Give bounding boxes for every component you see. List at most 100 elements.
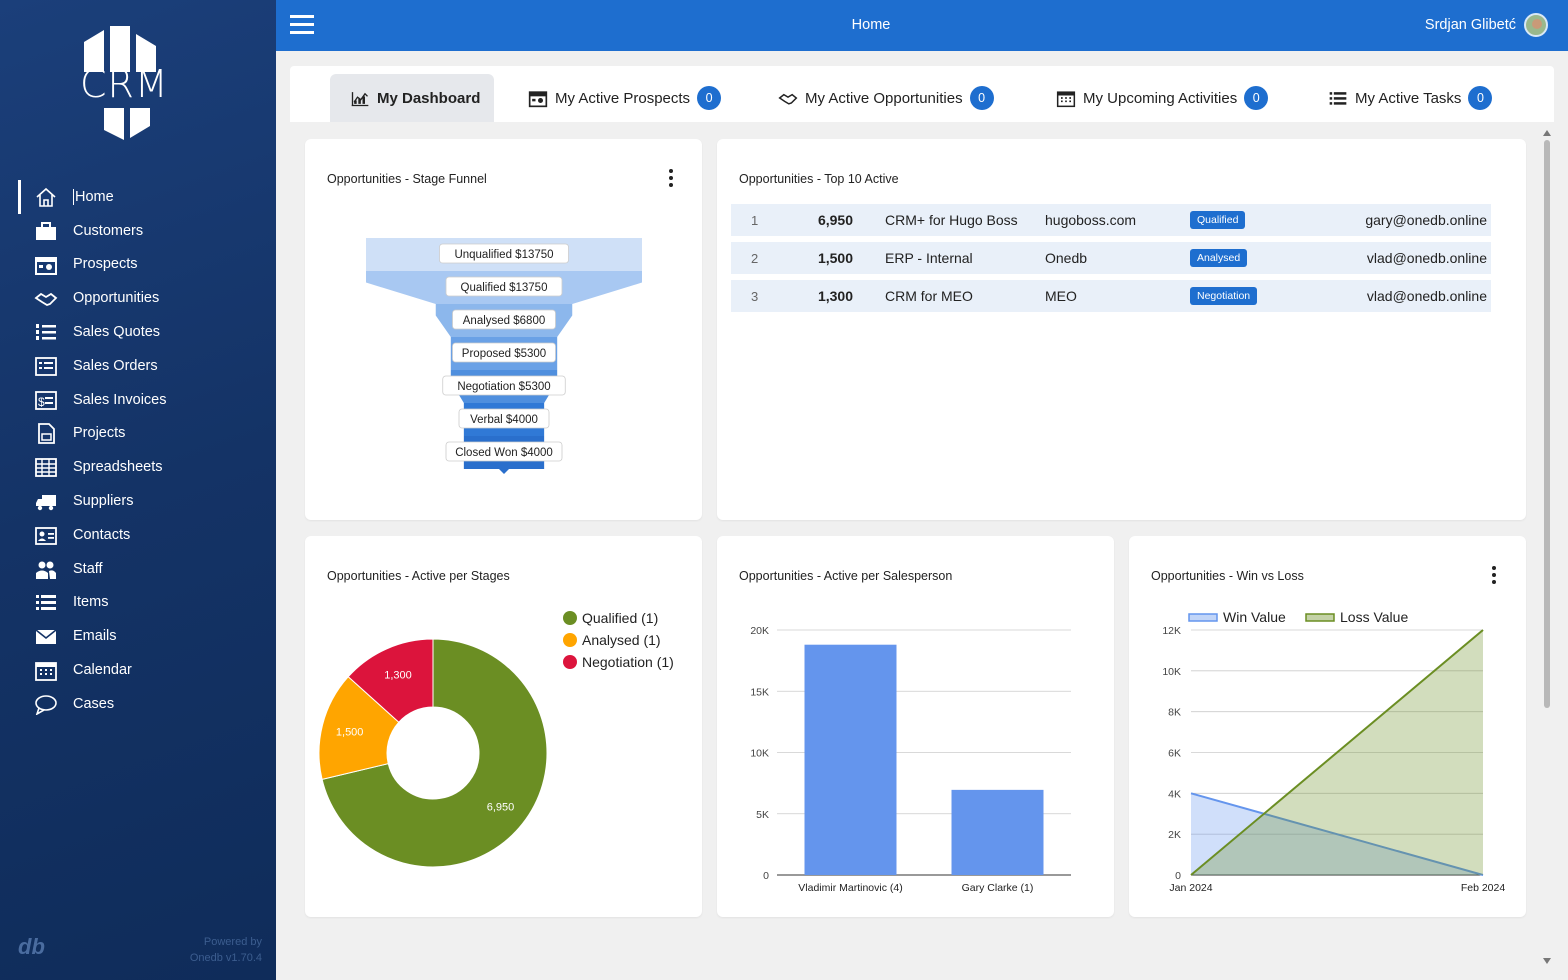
- briefcase-icon: [34, 220, 58, 242]
- table-row[interactable]: 3 1,300 CRM for MEO MEO Negotiation vlad@oned…: [731, 280, 1491, 312]
- cell-email: vlad@onedb.online: [1366, 288, 1487, 304]
- active-per-salesperson-card: Opportunities - Active per Salesperson 0…: [717, 536, 1114, 917]
- status-badge: Negotiation: [1190, 287, 1258, 305]
- tab-bar: My Dashboard My Active Prospects 0 My Activ…: [290, 66, 1554, 122]
- cell-email: gary@onedb.online: [1365, 212, 1487, 228]
- calendar-person-icon: [528, 88, 548, 108]
- tab-label: My Dashboard: [377, 89, 481, 107]
- funnel-label: Unqualified $13750: [454, 249, 553, 261]
- sidebar-item-sales-quotes[interactable]: Sales Quotes: [0, 315, 276, 349]
- cell-rank: 1: [751, 212, 759, 228]
- y-tick-label: 15K: [750, 686, 769, 698]
- legend-label: Qualified (1): [582, 610, 658, 626]
- sidebar-item-prospects[interactable]: Prospects: [0, 248, 276, 282]
- tab-my-active-tasks[interactable]: My Active Tasks 0: [1328, 74, 1493, 122]
- y-tick-label: 5K: [756, 809, 769, 821]
- scrollbar-thumb[interactable]: [1544, 140, 1550, 708]
- powered-by-text: Powered by: [203, 936, 262, 948]
- legend-swatch: [563, 611, 577, 625]
- sidebar-item-staff[interactable]: Staff: [0, 552, 276, 586]
- sidebar-item-contacts[interactable]: Contacts: [0, 518, 276, 552]
- x-tick-label: Vladimir Martinovic (4): [798, 882, 902, 894]
- sidebar-item-emails[interactable]: Emails: [0, 619, 276, 653]
- data-label: 1,500: [336, 727, 364, 739]
- avatar[interactable]: [1524, 13, 1548, 37]
- sidebar-item-label: Calendar: [73, 662, 132, 679]
- main-content: My Dashboard My Active Prospects 0 My Activ…: [290, 66, 1554, 970]
- y-tick-label: 6K: [1168, 748, 1181, 760]
- legend-swatch: [563, 633, 577, 647]
- scroll-down-icon[interactable]: [1542, 956, 1552, 966]
- tab-my-active-prospects[interactable]: My Active Prospects 0: [528, 74, 722, 122]
- sidebar-item-label: Sales Invoices: [73, 391, 167, 408]
- cell-company: MEO: [1045, 288, 1077, 304]
- funnel-label: Proposed $5300: [462, 348, 546, 360]
- y-tick-label: 10K: [1162, 666, 1181, 678]
- version-text: Onedb v1.70.4: [189, 952, 262, 964]
- speech-bubble-icon: [34, 693, 58, 715]
- legend-label: Win Value: [1223, 609, 1286, 625]
- tab-my-dashboard[interactable]: My Dashboard: [330, 74, 495, 122]
- y-tick-label: 4K: [1168, 788, 1181, 800]
- sidebar: CRM Home Customers Prospects Opportunities S…: [0, 0, 276, 980]
- calendar-person-icon: [34, 253, 58, 276]
- cell-name: CRM for MEO: [885, 288, 973, 304]
- bar[interactable]: [804, 644, 897, 875]
- people-icon: [34, 558, 58, 580]
- cell-email: vlad@onedb.online: [1366, 250, 1487, 266]
- page-title: Home: [851, 17, 891, 33]
- win-vs-loss-card: Opportunities - Win vs Loss 0 2K 4K 6K 8K 10K…: [1129, 536, 1526, 917]
- sidebar-item-label: Sales Quotes: [73, 324, 161, 341]
- invoice-icon: $: [34, 389, 58, 411]
- count-badge: 0: [1468, 86, 1493, 110]
- sidebar-item-home[interactable]: Home: [0, 180, 276, 214]
- sidebar-item-label: Staff: [73, 560, 103, 577]
- tab-label: My Upcoming Activities: [1083, 89, 1238, 107]
- table-row[interactable]: 1 6,950 CRM+ for Hugo Boss hugoboss.com Qual…: [731, 204, 1491, 236]
- x-tick-label: Feb 2024: [1461, 882, 1506, 894]
- sidebar-item-label: Opportunities: [73, 290, 160, 307]
- sidebar-item-calendar[interactable]: Calendar: [0, 653, 276, 687]
- vertical-scrollbar[interactable]: [1542, 128, 1552, 966]
- handshake-icon: [34, 287, 58, 309]
- count-badge: 0: [969, 86, 994, 110]
- sidebar-item-label: Items: [73, 594, 109, 611]
- data-label: 6,950: [487, 801, 515, 813]
- count-badge: 0: [697, 86, 722, 110]
- table-row[interactable]: 2 1,500 ERP - Internal Onedb Analysed vlad@on…: [731, 242, 1491, 274]
- data-label: 1,300: [384, 669, 412, 681]
- cell-company: hugoboss.com: [1045, 212, 1137, 228]
- sidebar-item-projects[interactable]: Projects: [0, 417, 276, 451]
- funnel-label: Negotiation $5300: [457, 381, 550, 393]
- bar[interactable]: [951, 789, 1044, 875]
- sidebar-nav: Home Customers Prospects Opportunities Sales…: [0, 180, 276, 721]
- scroll-up-icon[interactable]: [1542, 128, 1552, 138]
- x-tick-label: Jan 2024: [1169, 882, 1212, 894]
- document-icon: [34, 422, 58, 445]
- legend-label: Negotiation (1): [582, 654, 674, 670]
- stage-funnel-card: Opportunities - Stage Funnel Unqualified…: [305, 139, 702, 520]
- sidebar-item-sales-invoices[interactable]: $ Sales Invoices: [0, 383, 276, 417]
- user-name[interactable]: Srdjan Glibetć: [1425, 17, 1516, 33]
- legend-label: Loss Value: [1340, 609, 1408, 625]
- tab-my-upcoming-activities[interactable]: My Upcoming Activities 0: [1056, 74, 1269, 122]
- x-tick-label: Gary Clarke (1): [962, 882, 1034, 894]
- crm-logo[interactable]: CRM: [76, 22, 172, 146]
- sidebar-item-opportunities[interactable]: Opportunities: [0, 281, 276, 315]
- y-tick-label: 20K: [750, 625, 769, 637]
- sidebar-item-customers[interactable]: Customers: [0, 214, 276, 248]
- tab-label: My Active Prospects: [555, 89, 691, 107]
- cell-name: CRM+ for Hugo Boss: [885, 212, 1018, 228]
- cell-value: 1,500: [817, 250, 853, 266]
- funnel-tip: [495, 465, 513, 474]
- tab-label: My Active Tasks: [1355, 89, 1462, 107]
- tab-my-active-opportunities[interactable]: My Active Opportunities 0: [778, 74, 994, 122]
- calendar-icon: [34, 659, 58, 681]
- handshake-icon: [778, 88, 798, 108]
- sidebar-item-cases[interactable]: Cases: [0, 687, 276, 721]
- sidebar-item-spreadsheets[interactable]: Spreadsheets: [0, 450, 276, 484]
- sidebar-item-sales-orders[interactable]: Sales Orders: [0, 349, 276, 383]
- sidebar-item-suppliers[interactable]: Suppliers: [0, 484, 276, 518]
- dashboard-icon: [350, 88, 370, 108]
- sidebar-item-items[interactable]: Items: [0, 586, 276, 620]
